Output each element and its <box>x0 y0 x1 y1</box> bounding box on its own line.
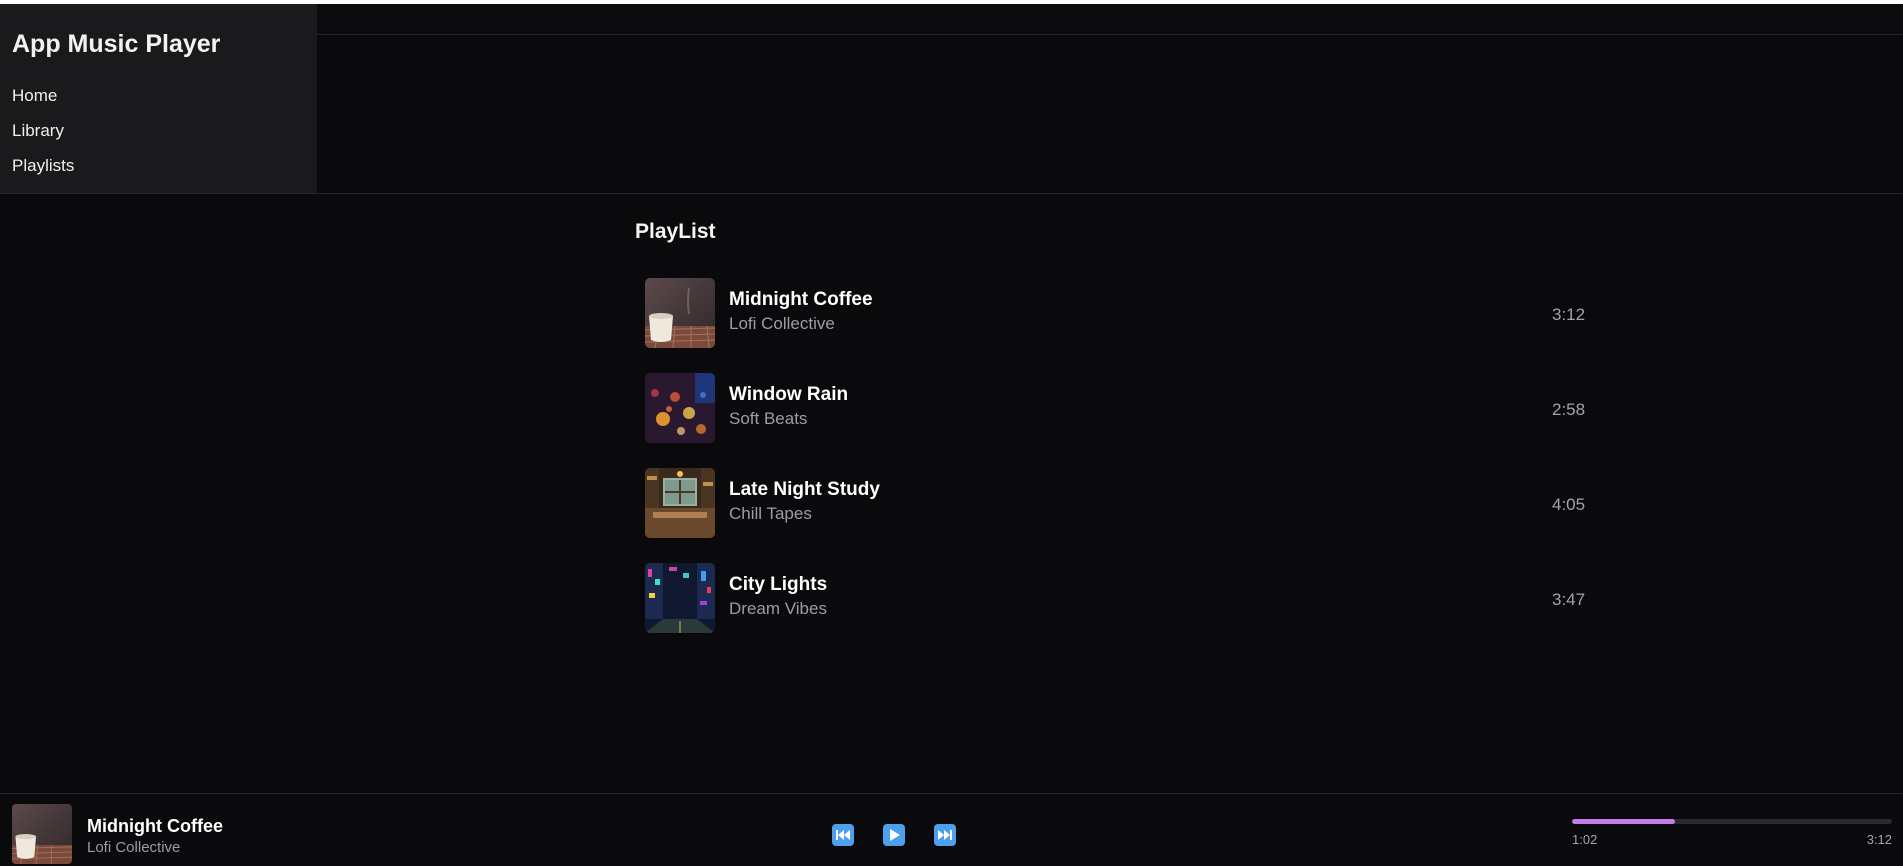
now-playing-artist: Lofi Collective <box>87 839 181 856</box>
current-time: 1:02 <box>1572 832 1598 847</box>
progress-bar[interactable] <box>1572 819 1892 824</box>
track-title: Late Night Study <box>729 479 880 500</box>
app-title: App Music Player <box>12 30 221 58</box>
now-playing-title: Midnight Coffee <box>87 816 223 836</box>
track-artist: Lofi Collective <box>729 314 835 333</box>
track-row[interactable]: Window Rain Soft Beats 2:58 <box>635 365 1595 447</box>
neon-city-artwork <box>645 563 715 633</box>
rain-bokeh-artwork <box>645 373 715 443</box>
now-playing-artwork <box>12 804 72 864</box>
track-row[interactable]: City Lights Dream Vibes 3:47 <box>635 555 1595 637</box>
next-button[interactable] <box>934 824 956 846</box>
top-bar <box>317 4 1903 35</box>
section-title: PlayList <box>635 220 716 243</box>
previous-icon <box>836 830 850 840</box>
header-divider <box>0 193 1903 194</box>
study-room-artwork <box>645 468 715 538</box>
play-button[interactable] <box>883 824 905 846</box>
music-player-app: App Music Player Home Library Playlists … <box>0 0 1903 866</box>
track-row[interactable]: Late Night Study Chill Tapes 4:05 <box>635 460 1595 542</box>
coffee-cup-artwork <box>645 278 715 348</box>
track-duration: 2:58 <box>1552 400 1586 419</box>
sidebar: App Music Player Home Library Playlists <box>0 4 317 193</box>
previous-button[interactable] <box>832 824 854 846</box>
next-icon <box>938 830 952 840</box>
progress-fill <box>1572 819 1676 824</box>
track-duration: 3:47 <box>1552 590 1586 609</box>
track-row[interactable]: Midnight Coffee Lofi Collective 3:12 <box>635 270 1595 352</box>
track-artist: Dream Vibes <box>729 599 827 618</box>
nav-item-home[interactable]: Home <box>12 86 57 106</box>
track-title: Midnight Coffee <box>729 289 873 310</box>
track-artist: Chill Tapes <box>729 504 812 523</box>
play-icon <box>890 829 900 841</box>
track-title: Window Rain <box>729 384 849 405</box>
nav-item-library[interactable]: Library <box>12 121 64 141</box>
track-duration: 3:12 <box>1552 305 1586 324</box>
track-title: City Lights <box>729 574 828 595</box>
player-bar: Midnight Coffee Lofi Collective 1:02 3:1… <box>0 793 1903 866</box>
track-duration: 4:05 <box>1552 495 1586 514</box>
track-artist: Soft Beats <box>729 409 808 428</box>
nav-item-playlists[interactable]: Playlists <box>12 156 74 176</box>
total-time: 3:12 <box>1866 832 1892 847</box>
